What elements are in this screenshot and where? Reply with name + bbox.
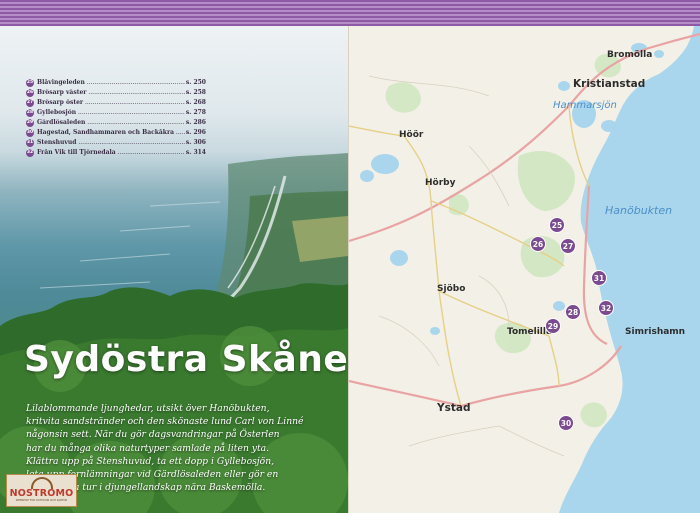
- route-marker-32[interactable]: 32: [598, 300, 614, 316]
- nostromo-logo[interactable]: NOSTROMO WEBSHOP FÖR OUTDOOR OCH KARTOR: [6, 474, 77, 507]
- route-name: Hagestad, Sandhammaren och Backåkra: [37, 129, 185, 136]
- place-simrishamn: Simrishamn: [625, 327, 686, 337]
- route-marker-28[interactable]: 28: [565, 304, 581, 320]
- route-list: 25Blåvingeledens. 250 26Brösarp västers.…: [26, 78, 206, 158]
- logo-name: NOSTROMO: [9, 488, 74, 499]
- place-kristianstad: Kristianstad: [573, 78, 646, 90]
- route-entry[interactable]: 29Gärdlösaledens. 286: [26, 118, 206, 128]
- route-marker-26[interactable]: 26: [530, 236, 546, 252]
- coast-photo: 25Blåvingeledens. 250 26Brösarp västers.…: [0, 26, 348, 513]
- region-title: Sydöstra Skåne: [24, 339, 348, 380]
- route-page: s. 286: [185, 119, 206, 127]
- header-stripe: [0, 0, 700, 26]
- route-name: Brösarp öster: [37, 99, 185, 106]
- route-page: s. 258: [185, 89, 206, 97]
- place-bromolla: Bromölla: [607, 50, 653, 60]
- place-hoor: Höör: [399, 130, 424, 140]
- water-hanobukten: Hanöbukten: [605, 204, 673, 217]
- route-number-badge: 30: [26, 128, 34, 137]
- route-page: s. 314: [185, 149, 206, 157]
- route-number-badge: 28: [26, 108, 34, 117]
- intro-line: Klättra upp på Stenshuvud, ta ett dopp i…: [26, 455, 275, 467]
- route-number-badge: 31: [26, 138, 34, 147]
- route-number-badge: 32: [26, 148, 34, 157]
- route-marker-25[interactable]: 25: [549, 217, 565, 233]
- route-page: s. 296: [185, 129, 206, 137]
- map-canvas: [349, 26, 700, 513]
- route-name: Stenshuvud: [37, 139, 185, 146]
- intro-line: kritvita sandstränder och den skönaste l…: [26, 416, 304, 428]
- intro-line: Lilablommande ljunghedar, utsikt över Ha…: [26, 403, 270, 414]
- route-name: Brösarp väster: [37, 89, 185, 96]
- route-page: s. 306: [185, 139, 206, 147]
- route-marker-29[interactable]: 29: [545, 318, 561, 334]
- route-entry[interactable]: 31Stenshuvuds. 306: [26, 138, 206, 148]
- route-entry[interactable]: 25Blåvingeledens. 250: [26, 78, 206, 88]
- route-page: s. 250: [185, 79, 206, 87]
- route-number-badge: 26: [26, 88, 34, 97]
- route-marker-31[interactable]: 31: [591, 270, 607, 286]
- route-entry[interactable]: 27Brösarp östers. 268: [26, 98, 206, 108]
- place-horby: Hörby: [425, 178, 456, 188]
- route-entry[interactable]: 26Brösarp västers. 258: [26, 88, 206, 98]
- route-number-badge: 29: [26, 118, 34, 127]
- route-page: s. 278: [185, 109, 206, 117]
- route-marker-30[interactable]: 30: [558, 415, 574, 431]
- logo-tagline: WEBSHOP FÖR OUTDOOR OCH KARTOR: [15, 499, 68, 502]
- route-page: s. 268: [185, 99, 206, 107]
- route-name: Blåvingeleden: [37, 79, 185, 86]
- route-entry[interactable]: 30Hagestad, Sandhammaren och Backåkras. …: [26, 128, 206, 138]
- intro-line: någonsin sett. När du gör dagsvandringar…: [26, 429, 280, 441]
- place-ystad: Ystad: [437, 402, 471, 414]
- water-hammarsjon: Hammarsjön: [553, 100, 617, 111]
- intro-line: har du många olika naturtyper samlade på…: [26, 442, 270, 454]
- route-entry[interactable]: 28Gyllebosjöns. 278: [26, 108, 206, 118]
- route-name: Från Vik till Tjörnedala: [37, 149, 185, 156]
- route-name: Gärdlösaleden: [37, 119, 185, 126]
- route-marker-27[interactable]: 27: [560, 238, 576, 254]
- guidebook-spread: 25Blåvingeledens. 250 26Brösarp västers.…: [0, 0, 700, 513]
- place-sjobo: Sjöbo: [437, 284, 466, 294]
- region-map[interactable]: Bromölla Kristianstad Hammarsjön Hanöbuk…: [349, 26, 700, 513]
- route-number-badge: 27: [26, 98, 34, 107]
- route-number-badge: 25: [26, 78, 34, 87]
- route-entry[interactable]: 32Från Vik till Tjörnedalas. 314: [26, 148, 206, 158]
- route-name: Gyllebosjön: [37, 109, 185, 116]
